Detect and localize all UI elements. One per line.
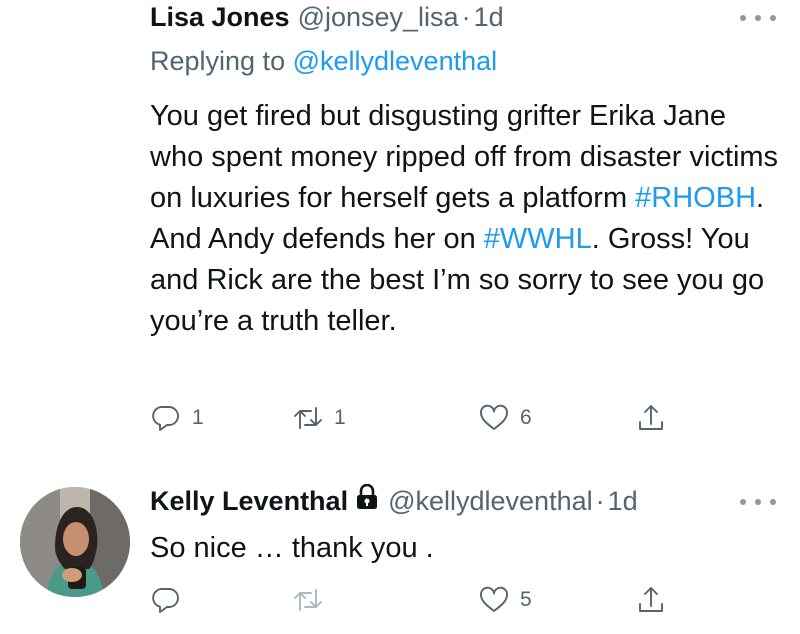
tweet-text: So nice … thank you . — [150, 532, 434, 564]
lock-icon — [357, 484, 378, 509]
share-button[interactable] — [635, 580, 667, 620]
more-icon[interactable] — [740, 496, 776, 508]
retweet-count: 1 — [334, 406, 346, 429]
author-handle[interactable]: @kellydleventhal — [388, 486, 593, 517]
retweet-icon — [294, 407, 322, 429]
replying-label: Replying to — [150, 46, 286, 76]
like-count: 5 — [520, 588, 532, 611]
share-icon — [639, 405, 663, 430]
separator-dot: · — [595, 486, 605, 516]
tweet-time[interactable]: 1d — [474, 2, 504, 33]
author-name[interactable]: Kelly Leventhal — [150, 486, 348, 517]
separator-dot: · — [461, 2, 471, 32]
retweet-button — [292, 580, 334, 620]
hashtag-link[interactable]: #WWHL — [484, 223, 592, 255]
replying-to-line: Replying to @kellydleventhal — [150, 46, 497, 77]
author-name[interactable]: Lisa Jones — [150, 2, 290, 33]
retweet-icon — [294, 589, 322, 611]
tweet-text: You get fired but disgusting grifter Eri… — [150, 96, 780, 342]
tweet-header: Lisa Jones @jonsey_lisa · 1d — [150, 2, 504, 33]
like-button[interactable]: 6 — [478, 398, 532, 438]
retweet-button[interactable]: 1 — [292, 398, 346, 438]
avatar[interactable] — [20, 487, 130, 597]
reply-button[interactable] — [150, 580, 192, 620]
share-icon — [639, 587, 663, 612]
like-button[interactable]: 5 — [478, 580, 532, 620]
share-button[interactable] — [635, 398, 667, 438]
tweet-header: Kelly Leventhal @kellydleventhal · 1d — [150, 484, 638, 517]
tweet-actions: 1 1 6 — [150, 398, 670, 438]
hashtag-link[interactable]: #RHOBH — [635, 182, 756, 214]
heart-icon — [480, 404, 508, 430]
tweet-time[interactable]: 1d — [608, 486, 638, 517]
reply-button[interactable]: 1 — [150, 398, 204, 438]
reply-icon — [152, 588, 179, 613]
author-handle[interactable]: @jonsey_lisa — [298, 2, 459, 33]
more-icon[interactable] — [740, 12, 776, 24]
tweet-actions: 5 — [150, 580, 670, 620]
reply-count: 1 — [192, 406, 204, 429]
tweet-lisa-jones[interactable]: Lisa Jones @jonsey_lisa · 1d Replying to… — [0, 0, 800, 460]
heart-icon — [480, 586, 508, 612]
replying-to-mention[interactable]: @kellydleventhal — [293, 46, 498, 76]
reply-icon — [152, 406, 179, 431]
like-count: 6 — [520, 406, 532, 429]
